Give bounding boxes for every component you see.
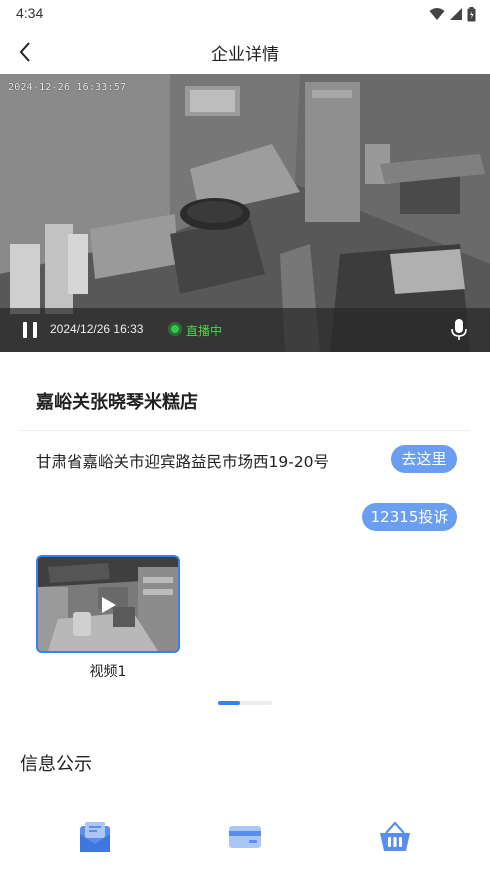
basket-icon [380, 821, 410, 851]
card-icon [229, 826, 261, 848]
status-icons [429, 6, 476, 22]
enterprise-name: 嘉峪关张晓琴米糕店 [36, 392, 198, 413]
carousel-indicator [218, 701, 272, 705]
info-item-card[interactable] [215, 818, 275, 871]
license-envelope-icon [80, 822, 110, 852]
pause-icon [23, 322, 27, 338]
complaint-button[interactable]: 12315投诉 [362, 503, 457, 531]
live-video-player[interactable]: 2024-12-26 16:33:57 2024/12/26 16:33 直播中 [0, 74, 490, 352]
live-status: 直播中 [186, 324, 223, 338]
live-indicator-icon [168, 322, 182, 336]
status-bar: 4:34 [0, 0, 490, 28]
pause-button[interactable] [20, 320, 40, 340]
nav-bar: 企业详情 [0, 28, 490, 74]
status-time: 4:34 [16, 5, 44, 21]
info-item-basket[interactable] [365, 818, 425, 871]
video-control-bar: 2024/12/26 16:33 直播中 [0, 308, 490, 352]
pause-icon-bar [33, 322, 37, 338]
microphone-icon[interactable] [450, 319, 468, 341]
signal-icon [450, 8, 462, 20]
video-thumbnail[interactable] [36, 555, 180, 653]
wifi-icon [429, 8, 445, 20]
info-item-license[interactable] [65, 818, 125, 871]
video-label: 视频1 [89, 664, 127, 680]
navigate-button[interactable]: 去这里 [391, 445, 457, 473]
play-icon [102, 597, 116, 613]
enterprise-address: 甘肃省嘉峪关市迎宾路益民市场西19-20号 [36, 453, 330, 471]
video-time: 2024/12/26 16:33 [50, 322, 144, 336]
video-timestamp: 2024-12-26 16:33:57 [8, 82, 127, 93]
divider [20, 430, 470, 431]
page-title: 企业详情 [211, 45, 279, 65]
info-section-title: 信息公示 [20, 754, 92, 775]
battery-icon [467, 6, 476, 21]
carousel-indicator-active [218, 701, 240, 705]
